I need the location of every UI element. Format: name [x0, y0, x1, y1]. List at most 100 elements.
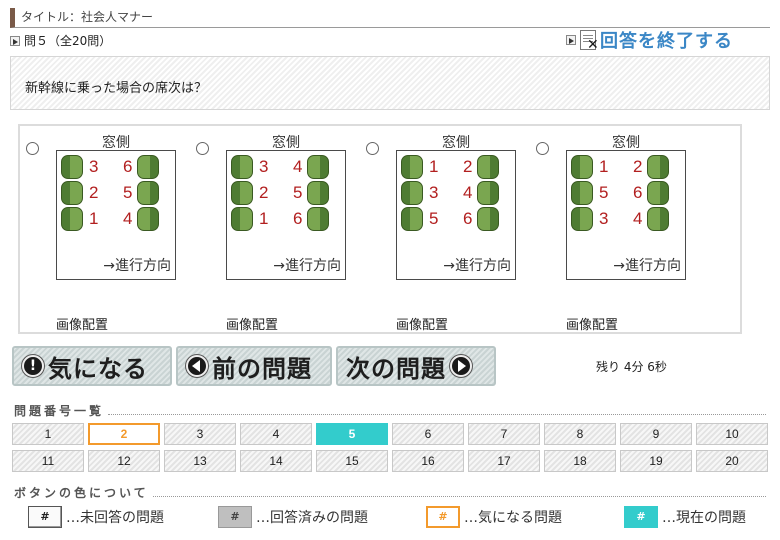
answered-swatch: #: [218, 506, 252, 528]
seat-diagram: 3 2 1 6 5 4 →進行方向: [56, 150, 176, 280]
arrow-right-icon: [10, 35, 20, 46]
window-side-label: 窓側: [612, 134, 640, 150]
choice-radio[interactable]: [366, 142, 379, 155]
question-number-button[interactable]: 6: [392, 423, 464, 445]
choice-1: 窓側 3 2 1 6 5 4 →進行方向 画像配置: [20, 132, 180, 333]
question-number-button[interactable]: 18: [544, 450, 616, 472]
seat-number: 2: [89, 183, 99, 202]
direction-label: →進行方向: [613, 258, 681, 274]
question-text: 新幹線に乗った場合の席次は？: [25, 81, 208, 96]
question-number-button[interactable]: 2: [88, 423, 160, 445]
question-number-button[interactable]: 19: [620, 450, 692, 472]
legend-flagged-label: …気になる問題: [464, 510, 562, 526]
flag-button-label: 気になる: [48, 354, 148, 383]
seat-number: 3: [599, 209, 609, 228]
seat-number: 6: [463, 209, 473, 228]
image-caption: 画像配置: [566, 318, 619, 333]
question-number-button[interactable]: 5: [316, 423, 388, 445]
question-number-button[interactable]: 3: [164, 423, 236, 445]
document-close-icon: ✕: [580, 30, 599, 52]
seat-number: 6: [123, 157, 133, 176]
question-number-button[interactable]: 9: [620, 423, 692, 445]
seat-number: 5: [429, 209, 439, 228]
question-number-button[interactable]: 11: [12, 450, 84, 472]
seat-diagram: 1 3 5 2 4 6 →進行方向: [396, 150, 516, 280]
seat-number: 4: [463, 183, 473, 202]
seat-right: [647, 155, 669, 179]
choice-radio[interactable]: [26, 142, 39, 155]
next-question-label: 次の問題: [346, 354, 446, 383]
current-swatch: #: [624, 506, 658, 528]
seat-number: 1: [89, 209, 99, 228]
seat-left: [231, 207, 253, 231]
legend-flagged: # …気になる問題: [426, 506, 562, 528]
seat-number: 1: [599, 157, 609, 176]
legend-unanswered: # …未回答の問題: [28, 506, 164, 528]
seat-right: [307, 207, 329, 231]
seat-right: [137, 155, 159, 179]
seat-left: [231, 155, 253, 179]
question-number-button[interactable]: 13: [164, 450, 236, 472]
question-list-heading: 問題番号一覧: [14, 402, 766, 419]
next-question-button[interactable]: 次の問題: [336, 346, 496, 386]
seat-right: [307, 181, 329, 205]
legend-current: # …現在の問題: [624, 506, 746, 528]
seat-number: 3: [429, 183, 439, 202]
seat-left: [401, 207, 423, 231]
seat-right: [477, 155, 499, 179]
end-exam-label: 回答を終了する: [600, 31, 733, 52]
legend-answered-label: …回答済みの問題: [256, 510, 368, 526]
legend-heading: ボタンの色について: [14, 484, 766, 501]
seat-number: 5: [293, 183, 303, 202]
arrow-right-icon: [450, 355, 472, 377]
seat-right: [307, 155, 329, 179]
direction-label: →進行方向: [103, 258, 171, 274]
question-number-button[interactable]: 16: [392, 450, 464, 472]
page-title: タイトル：社会人マナー: [10, 8, 770, 28]
seat-number: 1: [429, 157, 439, 176]
question-number-button[interactable]: 7: [468, 423, 540, 445]
seat-diagram: 1 5 3 2 6 4 →進行方向: [566, 150, 686, 280]
window-side-label: 窓側: [272, 134, 300, 150]
seat-number: 3: [259, 157, 269, 176]
seat-left: [571, 181, 593, 205]
exclamation-icon: !: [22, 355, 44, 377]
seat-left: [61, 155, 83, 179]
question-number-button[interactable]: 12: [88, 450, 160, 472]
image-caption: 画像配置: [396, 318, 449, 333]
flag-button[interactable]: ! 気になる: [12, 346, 172, 386]
image-caption: 画像配置: [226, 318, 279, 333]
prev-question-button[interactable]: 前の問題: [176, 346, 332, 386]
unanswered-swatch: #: [28, 506, 62, 528]
seat-left: [571, 155, 593, 179]
question-counter: 問５（全20問）: [10, 32, 111, 49]
question-number-button[interactable]: 14: [240, 450, 312, 472]
seat-number: 2: [259, 183, 269, 202]
seat-left: [401, 181, 423, 205]
seat-number: 5: [599, 183, 609, 202]
end-exam-button[interactable]: ✕ 回答を終了する: [566, 27, 733, 53]
seat-left: [571, 207, 593, 231]
choices-panel: 窓側 3 2 1 6 5 4 →進行方向 画像配置 窓側 3 2 1 4 5 6…: [18, 124, 742, 334]
seat-number: 5: [123, 183, 133, 202]
seat-diagram: 3 2 1 4 5 6 →進行方向: [226, 150, 346, 280]
question-number-grid: 1 2 3 4 5 6 7 8 9 10 11 12 13 14 15 16 17 18 19 20: [12, 423, 770, 472]
window-side-label: 窓側: [102, 134, 130, 150]
question-number-button[interactable]: 10: [696, 423, 768, 445]
arrow-left-icon: [186, 355, 208, 377]
seat-left: [231, 181, 253, 205]
question-number-button[interactable]: 8: [544, 423, 616, 445]
direction-label: →進行方向: [443, 258, 511, 274]
question-list-title: 問題番号一覧: [14, 404, 105, 418]
question-number-button[interactable]: 20: [696, 450, 768, 472]
choice-radio[interactable]: [536, 142, 549, 155]
question-number-button[interactable]: 15: [316, 450, 388, 472]
question-number-button[interactable]: 4: [240, 423, 312, 445]
direction-label: →進行方向: [273, 258, 341, 274]
choice-radio[interactable]: [196, 142, 209, 155]
seat-right: [647, 207, 669, 231]
question-number-button[interactable]: 1: [12, 423, 84, 445]
question-number-button[interactable]: 17: [468, 450, 540, 472]
legend-title: ボタンの色について: [14, 486, 149, 500]
flagged-swatch: #: [426, 506, 460, 528]
